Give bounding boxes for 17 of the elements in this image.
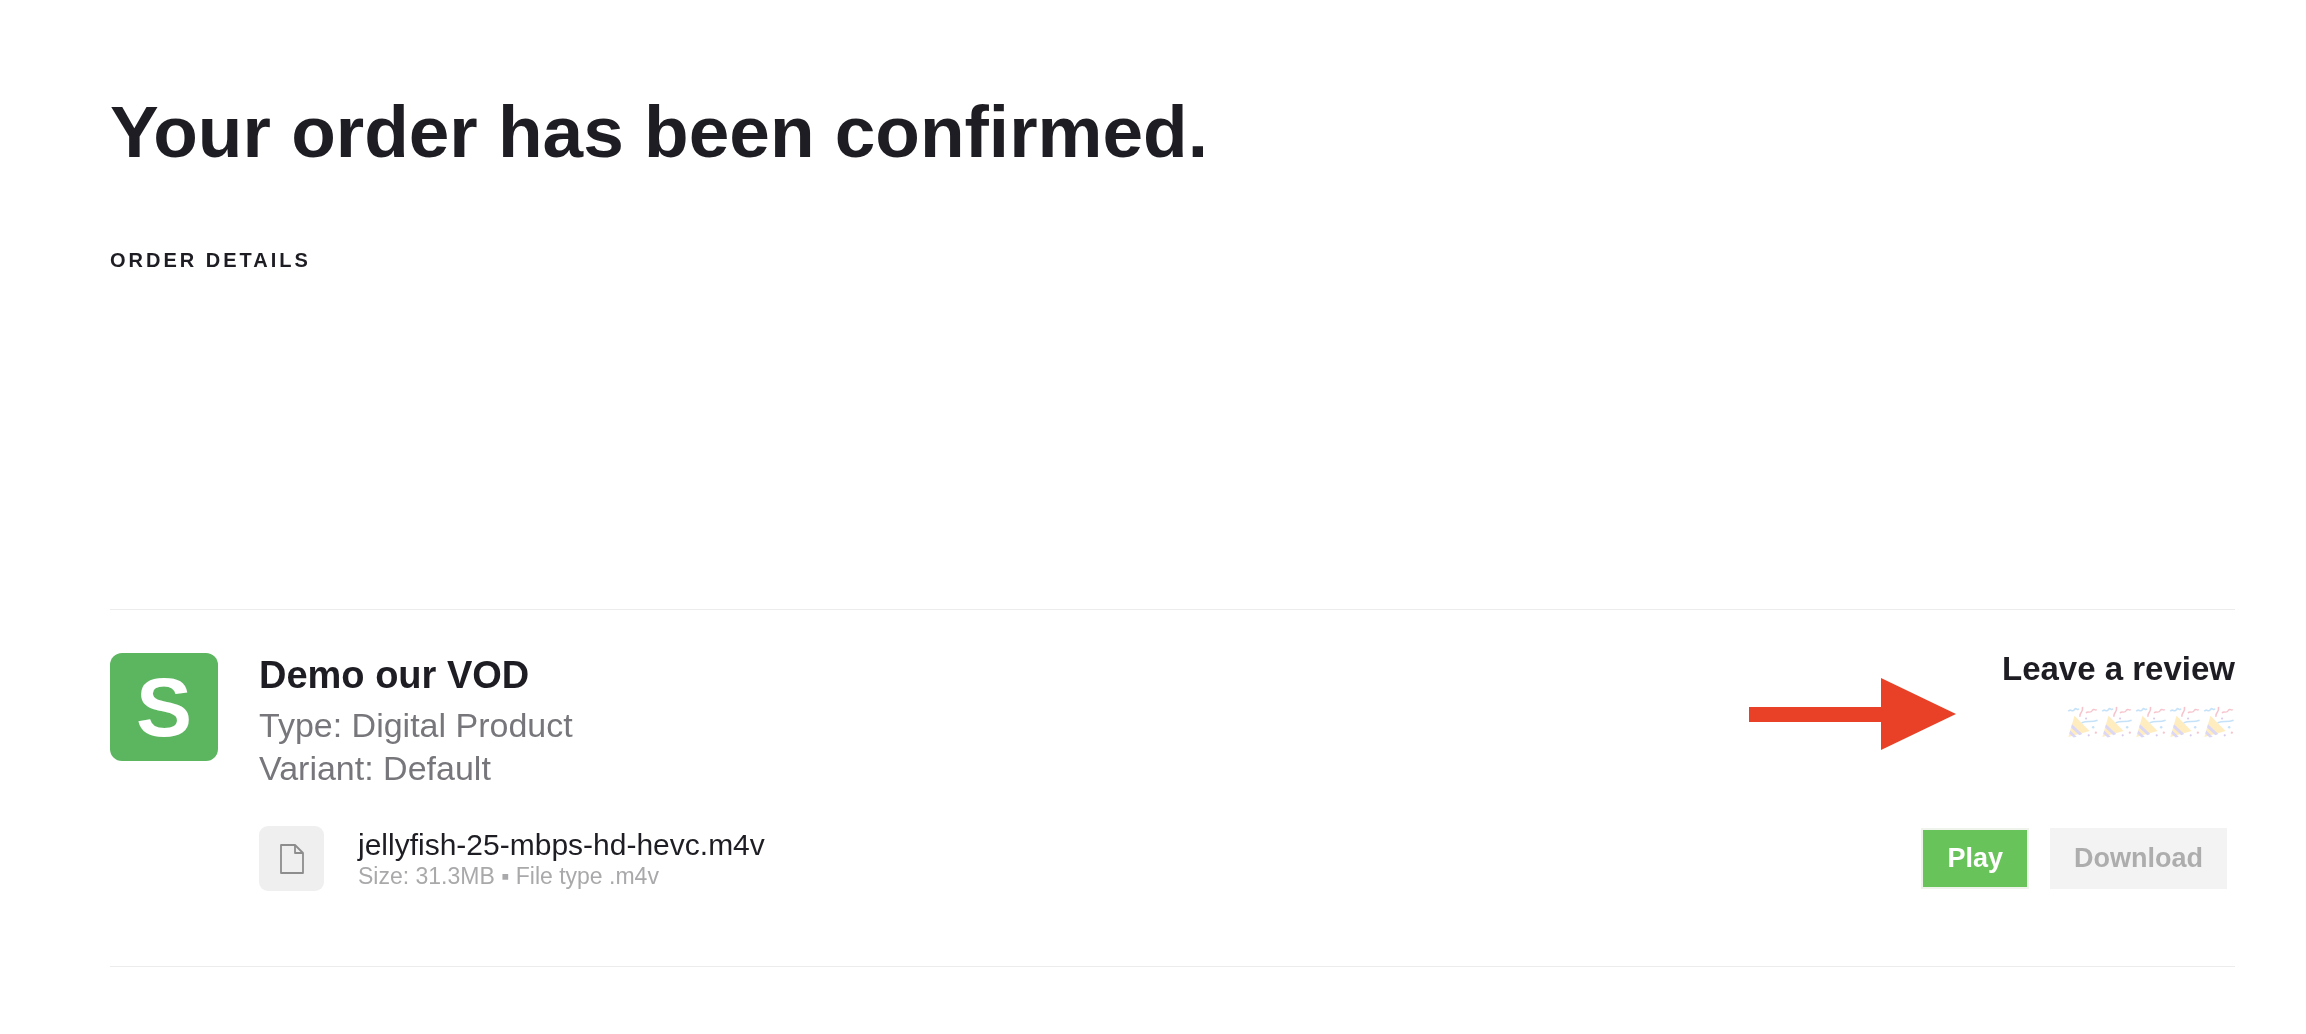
play-button[interactable]: Play (1921, 828, 2029, 889)
section-heading: ORDER DETAILS (110, 248, 311, 272)
party-popper-icon[interactable] (2134, 706, 2167, 738)
product-name: Demo our VOD (259, 653, 530, 697)
file-meta: Size: 31.3MB ▪ File type .m4v (358, 861, 659, 890)
product-logo: S (110, 653, 218, 761)
party-popper-icon[interactable] (2202, 706, 2235, 738)
party-popper-icon[interactable] (2066, 706, 2099, 738)
product-detail: Type: Digital Product (259, 705, 573, 746)
file-name: jellyfish-25-mbps-hd-hevc.m4v (358, 827, 765, 862)
file-icon (259, 826, 324, 891)
party-popper-icon[interactable] (2168, 706, 2201, 738)
arrow-icon (1749, 678, 1956, 750)
page-title: Your order has been confirmed. (110, 90, 1208, 174)
product-detail: Variant: Default (259, 748, 491, 789)
party-popper-icon[interactable] (2100, 706, 2133, 738)
review-label: Leave a review (2002, 653, 2235, 685)
